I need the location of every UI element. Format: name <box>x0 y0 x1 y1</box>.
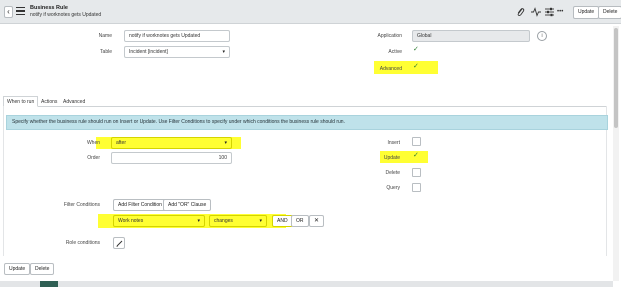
when-select[interactable]: after ▾ <box>111 137 232 149</box>
footer-delete-button[interactable]: Delete <box>30 263 55 275</box>
when-select-value: after <box>116 140 127 146</box>
chevron-down-icon: ▾ <box>222 49 225 55</box>
advanced-label: Advanced <box>379 66 402 72</box>
application-label: Application <box>377 33 402 39</box>
order-field[interactable]: 100 <box>111 152 232 164</box>
condition-operator-value: changes <box>214 218 233 224</box>
pencil-icon <box>116 240 123 249</box>
query-label: Query <box>386 185 400 191</box>
info-message: Specify whether the business rule should… <box>6 115 608 130</box>
delete-checkbox[interactable] <box>412 168 421 177</box>
chevron-down-icon: ▾ <box>197 218 200 224</box>
record-subtitle: notify if worknotes gets Updated <box>30 12 102 18</box>
name-field[interactable]: notify if worknotes gets Updated <box>124 30 230 42</box>
more-icon[interactable]: ••• <box>557 7 563 17</box>
role-conditions-label: Role conditions <box>65 240 100 246</box>
order-label: Order <box>87 155 100 161</box>
chevron-down-icon: ▾ <box>259 218 262 224</box>
related-lists-bar <box>0 281 613 287</box>
scrollbar-thumb[interactable] <box>614 28 618 128</box>
header-delete-button[interactable]: Delete <box>598 6 621 19</box>
update-label: Update <box>383 155 400 161</box>
condition-field-select[interactable]: Work notes ▾ <box>113 215 205 227</box>
filter-conditions-label: Filter Conditions <box>63 202 100 208</box>
page-title: Business Rule <box>30 5 68 11</box>
add-or-clause-button[interactable]: Add "OR" Clause <box>163 199 212 211</box>
active-label: Active <box>388 49 402 55</box>
advanced-checkbox[interactable]: ✓ <box>413 63 419 71</box>
insert-checkbox[interactable] <box>412 137 421 146</box>
table-select[interactable]: Incident [incident] ▾ <box>124 46 230 58</box>
footer-update-button[interactable]: Update <box>4 263 31 275</box>
chevron-down-icon: ▾ <box>224 140 227 146</box>
insert-label: Insert <box>387 140 400 146</box>
add-filter-condition-button[interactable]: Add Filter Condition <box>113 199 167 211</box>
and-button[interactable]: AND <box>272 215 293 227</box>
condition-field-value: Work notes <box>118 218 144 224</box>
condition-operator-select[interactable]: changes ▾ <box>209 215 267 227</box>
when-label: When <box>86 140 100 146</box>
back-button[interactable]: ‹ <box>4 6 13 18</box>
remove-condition-button[interactable]: ✕ <box>309 215 325 227</box>
info-icon[interactable]: i <box>537 31 547 41</box>
name-label: Name <box>98 33 112 39</box>
table-select-value: Incident [incident] <box>129 49 168 55</box>
header-update-button[interactable]: Update <box>573 6 600 19</box>
chevron-left-icon: ‹ <box>7 7 10 16</box>
active-checkbox[interactable]: ✓ <box>413 46 419 54</box>
hamburger-menu-icon[interactable] <box>16 7 25 16</box>
application-field: Global <box>412 30 530 42</box>
delete-label: Delete <box>385 170 400 176</box>
table-label: Table <box>100 49 112 55</box>
or-button[interactable]: OR <box>291 215 309 227</box>
query-checkbox[interactable] <box>412 183 421 192</box>
activity-icon[interactable] <box>531 7 541 20</box>
paperclip-icon[interactable] <box>516 7 525 20</box>
update-checkbox[interactable]: ✓ <box>413 152 419 160</box>
settings-sliders-icon[interactable] <box>545 7 554 20</box>
edit-role-conditions-button[interactable] <box>113 237 125 249</box>
related-list-tab[interactable] <box>40 281 58 287</box>
